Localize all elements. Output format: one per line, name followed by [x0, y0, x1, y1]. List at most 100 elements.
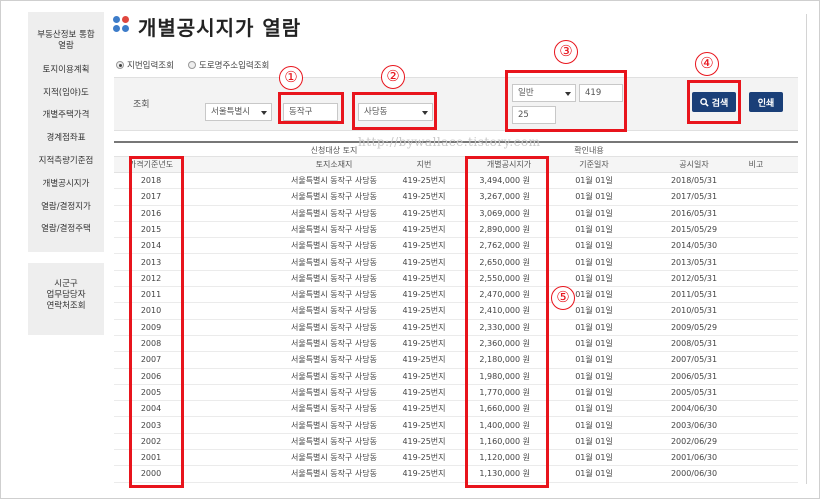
radio-label: 지번입력조회 [127, 61, 174, 71]
sidebar-item-house-price[interactable]: 개별주택가격 [28, 110, 104, 121]
cell-base-date: 01월 01일 [575, 453, 613, 463]
sidebar-item-integrated-title[interactable]: 부동산정보 통합 [28, 30, 104, 41]
cell-base-date: 01월 01일 [575, 404, 613, 414]
cell-jibun: 419-25번지 [402, 420, 446, 430]
cell-jibun: 419-25번지 [402, 322, 446, 332]
annotation-number-3: ③ [554, 40, 578, 64]
cell-jibun: 419-25번지 [402, 241, 446, 251]
annotation-box-year [129, 156, 184, 488]
cell-pub-date: 2018/05/31 [670, 176, 718, 185]
sidebar: 부동산정보 통합 열람 토지이용계획 지적(임야)도 개별주택가격 경계점좌표 … [28, 12, 104, 252]
table-row: 2005 서울특별시 동작구 사당동 419-25번지 1,770,000 원 01월 … [114, 385, 798, 402]
chevron-down-icon [261, 111, 267, 115]
radio-road-address[interactable]: 도로명주소입력조회 [188, 59, 269, 71]
cell-jibun: 419-25번지 [402, 290, 446, 300]
col-header-jibun: 지번 [416, 160, 432, 169]
table-row: 2017 서울특별시 동작구 사당동 419-25번지 3,267,000 원 01월 … [114, 189, 798, 206]
table-row: 2011 서울특별시 동작구 사당동 419-25번지 2,470,000 원 01월 … [114, 287, 798, 304]
cell-jibun: 419-25번지 [402, 436, 446, 446]
cell-jibun: 419-25번지 [402, 469, 446, 479]
cell-jibun: 419-25번지 [402, 224, 446, 234]
sidebar-item-boundary-coords[interactable]: 경계점좌표 [28, 133, 104, 144]
table-row: 2004 서울특별시 동작구 사당동 419-25번지 1,660,000 원 01월 … [114, 401, 798, 418]
cell-jibun: 419-25번지 [402, 355, 446, 365]
title-bullet-icon [113, 16, 131, 34]
cell-jibun: 419-25번지 [402, 273, 446, 283]
cell-pub-date: 2010/05/31 [670, 306, 718, 316]
cell-jibun: 419-25번지 [402, 387, 446, 397]
radio-unselected-icon[interactable] [188, 61, 196, 69]
table-row: 2016 서울특별시 동작구 사당동 419-25번지 3,069,000 원 01월 … [114, 206, 798, 222]
cell-base-date: 01월 01일 [575, 355, 613, 365]
cell-jibun: 419-25번지 [402, 453, 446, 463]
sidebar-item-cadastral-map[interactable]: 지적(임야)도 [28, 88, 104, 99]
cell-jibun: 419-25번지 [402, 371, 446, 381]
col-header-base-date: 기준일자 [579, 160, 609, 169]
cell-base-date: 01월 01일 [575, 273, 613, 283]
table-row: 2003 서울특별시 동작구 사당동 419-25번지 1,400,000 원 01월 … [114, 418, 798, 434]
table-row: 2018 서울특별시 동작구 사당동 419-25번지 3,494,000 원 01월 … [114, 173, 798, 190]
cell-jibun: 419-25번지 [402, 176, 446, 185]
cell-base-date: 01월 01일 [575, 241, 613, 251]
cell-pub-date: 2014/05/30 [670, 241, 718, 251]
table-row: 2006 서울특별시 동작구 사당동 419-25번지 1,980,000 원 01월 … [114, 369, 798, 385]
print-button-label: 인쇄 [757, 98, 775, 109]
cell-pub-date: 2016/05/31 [670, 208, 718, 218]
sidebar-item-integrated-title-2[interactable]: 열람 [28, 41, 104, 52]
cell-base-date: 01월 01일 [575, 257, 613, 267]
cell-jibun: 419-25번지 [402, 339, 446, 348]
cell-pub-date: 2013/05/31 [670, 257, 718, 267]
annotation-box-3 [505, 70, 627, 132]
radio-label: 도로명주소입력조회 [199, 61, 270, 71]
sidebar-item-decided-land-price[interactable]: 열람/결정지가 [28, 202, 104, 213]
cell-jibun: 419-25번지 [402, 192, 446, 202]
table-row: 2001 서울특별시 동작구 사당동 419-25번지 1,120,000 원 01월 … [114, 450, 798, 467]
print-button[interactable]: 인쇄 [749, 92, 783, 112]
annotation-number-4: ④ [695, 52, 719, 76]
cell-pub-date: 2007/05/31 [670, 355, 718, 365]
table-row: 2008 서울특별시 동작구 사당동 419-25번지 2,360,000 원 01월 … [114, 336, 798, 353]
cell-pub-date: 2000/06/30 [670, 469, 718, 479]
contact-panel[interactable]: 시군구 업무담당자 연락처조회 [28, 263, 104, 335]
table-row: 2007 서울특별시 동작구 사당동 419-25번지 2,180,000 원 01월 … [114, 352, 798, 369]
sido-select[interactable]: 서울특별시 [205, 103, 272, 121]
cell-pub-date: 2003/06/30 [670, 420, 718, 430]
cell-base-date: 01월 01일 [575, 469, 613, 479]
cell-base-date: 01월 01일 [575, 192, 613, 202]
group-header-confirm: 확인내용 [574, 146, 604, 155]
sidebar-item-land-price[interactable]: 개별공시지가 [28, 179, 104, 190]
annotation-number-2: ② [381, 65, 405, 89]
table-row: 2000 서울특별시 동작구 사당동 419-25번지 1,130,000 원 01월 … [114, 466, 798, 483]
cell-pub-date: 2006/05/31 [670, 371, 718, 381]
sidebar-item-land-use-plan[interactable]: 토지이용계획 [28, 65, 104, 76]
page-title: 개별공시지가 열람 [138, 16, 302, 40]
divider [806, 14, 807, 484]
table-row: 2013 서울특별시 동작구 사당동 419-25번지 2,650,000 원 01월 … [114, 255, 798, 271]
col-header-note: 비고 [748, 160, 764, 169]
cell-base-date: 01월 01일 [575, 387, 613, 397]
cell-pub-date: 2005/05/31 [670, 387, 718, 397]
radio-jibun[interactable]: 지번입력조회 [116, 59, 174, 71]
cell-base-date: 01월 01일 [575, 224, 613, 234]
cell-jibun: 419-25번지 [402, 404, 446, 414]
table-row: 2012 서울특별시 동작구 사당동 419-25번지 2,550,000 원 01월 … [114, 271, 798, 288]
sidebar-item-survey-point[interactable]: 지적측량기준점 [28, 156, 104, 167]
cell-pub-date: 2012/05/31 [670, 273, 718, 283]
cell-base-date: 01월 01일 [575, 436, 613, 446]
cell-base-date: 01월 01일 [575, 176, 613, 185]
sidebar-item-decided-house-price[interactable]: 열람/결정주택 [28, 224, 104, 235]
cell-pub-date: 2015/05/29 [670, 224, 718, 234]
annotation-number-1: ① [279, 66, 303, 90]
radio-selected-icon[interactable] [116, 61, 124, 69]
cell-jibun: 419-25번지 [402, 257, 446, 267]
sido-value: 서울특별시 [211, 107, 251, 117]
table-row: 2014 서울특별시 동작구 사당동 419-25번지 2,762,000 원 01월 … [114, 238, 798, 255]
cell-pub-date: 2004/06/30 [670, 404, 718, 414]
table-row: 2009 서울특별시 동작구 사당동 419-25번지 2,330,000 원 01월 … [114, 320, 798, 336]
cell-base-date: 01월 01일 [575, 322, 613, 332]
contact-link[interactable]: 시군구 업무담당자 연락처조회 [28, 279, 104, 312]
cell-base-date: 01월 01일 [575, 371, 613, 381]
cell-pub-date: 2001/06/30 [670, 453, 718, 463]
annotation-box-4 [687, 80, 741, 124]
watermark: http://bywallace.tistory.com [358, 135, 541, 149]
